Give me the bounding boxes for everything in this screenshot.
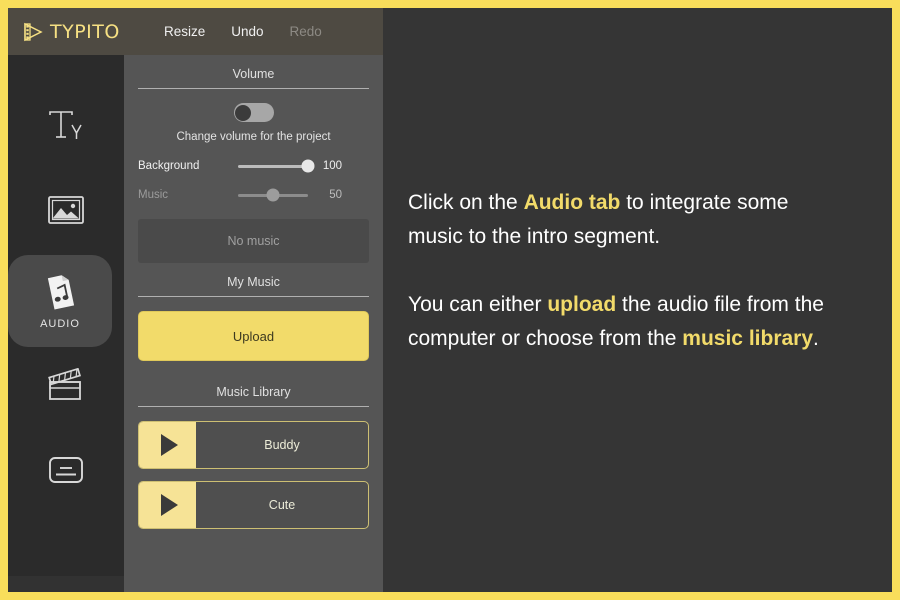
instruction-paragraph-2: You can either upload the audio file fro… — [408, 288, 838, 356]
music-volume-row: Music 50 — [138, 188, 369, 202]
music-volume-value: 50 — [329, 189, 342, 201]
instr-p2-a: You can either — [408, 293, 548, 316]
image-icon — [47, 194, 85, 226]
toggle-caption: Change volume for the project — [176, 131, 331, 143]
rail-item-list: AUDIO — [8, 55, 124, 592]
upload-button[interactable]: Upload — [138, 311, 369, 361]
undo-button[interactable]: Undo — [231, 24, 263, 39]
instr-p2-c: . — [813, 327, 819, 350]
clapperboard-icon — [44, 368, 88, 404]
brand-name: TYPITO — [50, 20, 120, 43]
track-title: Buddy — [264, 438, 300, 452]
volume-toggle-row: Change volume for the project — [138, 103, 369, 143]
typito-editor-window: TYPITO AUDIO Resize Undo Redo Volume Cha… — [8, 8, 892, 592]
music-library-section-title: Music Library — [216, 385, 291, 399]
instr-p2-highlight-upload: upload — [547, 293, 617, 316]
instr-p1-a: Click on the — [408, 191, 524, 214]
music-slider-label: Music — [138, 189, 169, 201]
subtitle-card-icon — [47, 455, 85, 485]
slider-handle[interactable] — [266, 188, 280, 202]
change-volume-toggle[interactable] — [233, 103, 274, 122]
rail-bottom-strip — [8, 576, 124, 592]
sidebar-item-subtitle[interactable] — [8, 431, 124, 515]
background-volume-row: Background 100 — [138, 159, 369, 173]
audio-file-note-icon — [43, 272, 77, 312]
volume-section-title: Volume — [232, 67, 275, 81]
left-icon-rail: TYPITO AUDIO — [8, 8, 124, 592]
music-volume-slider[interactable] — [238, 188, 308, 202]
audio-panel: Resize Undo Redo Volume Change volume fo… — [124, 8, 383, 592]
divider — [138, 406, 369, 407]
sidebar-item-image[interactable] — [8, 171, 124, 255]
instr-p1-highlight: Audio tab — [523, 191, 621, 214]
sidebar-item-text[interactable] — [8, 87, 124, 171]
divider — [138, 296, 369, 297]
instruction-text: Click on the Audio tab to integrate some… — [408, 186, 838, 356]
play-triangle-icon[interactable] — [139, 422, 196, 468]
sidebar-item-audio[interactable]: AUDIO — [8, 255, 112, 347]
divider — [138, 88, 369, 89]
sidebar-item-label: AUDIO — [40, 318, 80, 330]
film-play-logo-icon — [22, 21, 44, 43]
list-item[interactable]: Buddy — [138, 421, 369, 469]
resize-button[interactable]: Resize — [164, 24, 205, 39]
background-slider-label: Background — [138, 160, 200, 172]
editor-toolbar: Resize Undo Redo — [124, 8, 383, 55]
background-volume-slider[interactable] — [238, 159, 315, 173]
instruction-stage: Click on the Audio tab to integrate some… — [383, 8, 892, 592]
audio-panel-body: Volume Change volume for the project Bac… — [124, 55, 383, 592]
brand-logo[interactable]: TYPITO — [8, 8, 124, 55]
instruction-paragraph-1: Click on the Audio tab to integrate some… — [408, 186, 838, 254]
slider-handle[interactable] — [301, 159, 315, 173]
sidebar-item-video[interactable] — [8, 347, 124, 431]
play-triangle-icon[interactable] — [139, 482, 196, 528]
text-ty-icon — [45, 107, 87, 145]
my-music-section-title: My Music — [227, 275, 280, 289]
toggle-knob — [235, 104, 251, 121]
list-item[interactable]: Cute — [138, 481, 369, 529]
instr-p2-highlight-library: music library — [682, 327, 814, 350]
redo-button[interactable]: Redo — [290, 24, 322, 39]
track-title: Cute — [268, 498, 296, 512]
no-music-box: No music — [138, 219, 369, 263]
